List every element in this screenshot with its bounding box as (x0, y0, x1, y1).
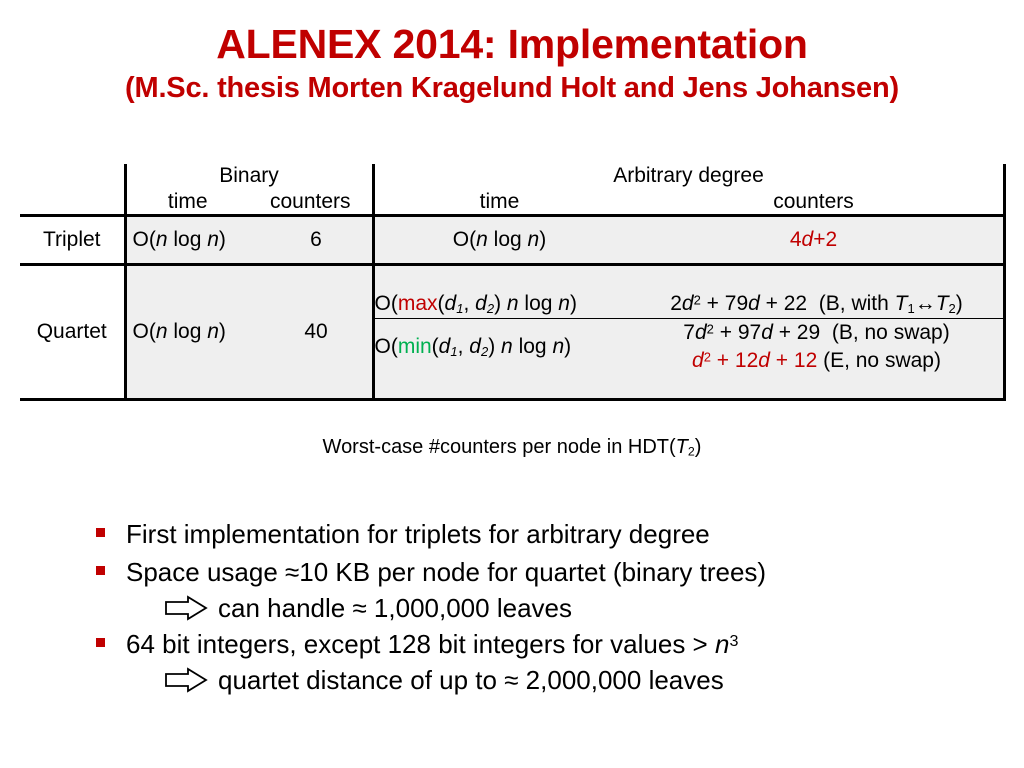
list-item: Space usage ≈10 KB per node for quartet … (96, 559, 996, 585)
header-binary-label: Binary (219, 164, 279, 187)
sub-bullet-text: can handle ≈ 1,000,000 leaves (218, 593, 572, 623)
quartet-sub-row-max: O(max(d1, d2) n log n) 2d2 + 79d + 22 (B… (374, 289, 1003, 319)
bullet-text: First implementation for triplets for ar… (126, 519, 710, 549)
square-bullet-icon (96, 638, 105, 647)
block-arrow-icon (165, 667, 208, 693)
quartet-counters-max: 2d2 + 79d + 22 (B, with T1↔T2) (630, 289, 1003, 319)
row-label-triplet: Triplet (20, 214, 125, 266)
quartet-time-max: O(max(d1, d2) n log n) (374, 289, 631, 319)
sub-list-item: can handle ≈ 1,000,000 leaves (164, 595, 996, 621)
header-binary-group: Binary time counters (123, 164, 375, 216)
triplet-arbitrary-counters: 4d+2 (789, 228, 838, 251)
results-table-container: Binary time counters Arbitrary degree ti… (20, 164, 1006, 401)
bullet-text: Space usage ≈10 KB per node for quartet … (126, 557, 767, 587)
quartet-binary-cell: O(n log n) 40 (123, 264, 375, 401)
square-bullet-icon (96, 528, 105, 537)
list-item: First implementation for triplets for ar… (96, 521, 996, 547)
triplet-binary-time: O(n log n) (132, 228, 226, 251)
header-binary-counters: counters (269, 190, 351, 213)
triplet-arbitrary-cell: O(n log n) 4d+2 (373, 214, 1006, 266)
triplet-binary-cell: O(n log n) 6 (123, 214, 375, 266)
quartet-arbitrary-subtable: O(max(d1, d2) n log n) 2d2 + 79d + 22 (B… (374, 289, 1003, 375)
header-corner-cell (20, 164, 125, 216)
quartet-arbitrary-cell: O(max(d1, d2) n log n) 2d2 + 79d + 22 (B… (373, 264, 1006, 401)
page-subtitle: (M.Sc. thesis Morten Kragelund Holt and … (125, 71, 899, 104)
quartet-counters-min-b: 7d2 + 97d + 29 (B, no swap) (683, 320, 950, 344)
triplet-arbitrary-time: O(n log n) (452, 228, 547, 251)
header-binary-time: time (167, 190, 208, 213)
sub-list-item: quartet distance of up to ≈ 2,000,000 le… (164, 667, 996, 693)
quartet-time-min: O(min(d1, d2) n log n) (374, 334, 572, 359)
results-table: Binary time counters Arbitrary degree ti… (20, 164, 1006, 401)
quartet-sub-row-min: O(min(d1, d2) n log n) 7d2 + 97d + 29 (B… (375, 318, 1003, 359)
slide-title-block: ALENEX 2014: Implementation (M.Sc. thesi… (0, 21, 1024, 106)
row-label-quartet: Quartet (20, 264, 125, 401)
bullet-list: First implementation for triplets for ar… (96, 521, 996, 703)
block-arrow-icon (165, 595, 208, 621)
table-caption: Worst-case #counters per node in HDT(T2) (322, 436, 702, 459)
table-header-row: Binary time counters Arbitrary degree ti… (20, 164, 1006, 216)
list-item: 64 bit integers, except 128 bit integers… (96, 631, 996, 657)
header-arbitrary-counters: counters (773, 190, 854, 213)
header-arbitrary-group: Arbitrary degree time counters (373, 164, 1006, 216)
header-arbitrary-time: time (479, 190, 520, 213)
table-row: Triplet O(n log n) 6 O(n log n) 4d+2 (20, 214, 1006, 266)
page-title: ALENEX 2014: Implementation (216, 21, 808, 67)
sub-bullet-text: quartet distance of up to ≈ 2,000,000 le… (218, 665, 724, 695)
quartet-counters-min-e: d2 + 12d + 12 (E, no swap) (692, 348, 941, 372)
bullet-text: 64 bit integers, except 128 bit integers… (126, 629, 739, 659)
header-arbitrary-label: Arbitrary degree (613, 164, 764, 187)
quartet-binary-counters: 40 (304, 320, 328, 343)
triplet-binary-counters: 6 (310, 228, 322, 251)
square-bullet-icon (96, 566, 105, 575)
table-row: Quartet O(n log n) 40 O(max(d1, d2) n lo… (20, 264, 1006, 401)
quartet-binary-time: O(n log n) (132, 320, 226, 343)
